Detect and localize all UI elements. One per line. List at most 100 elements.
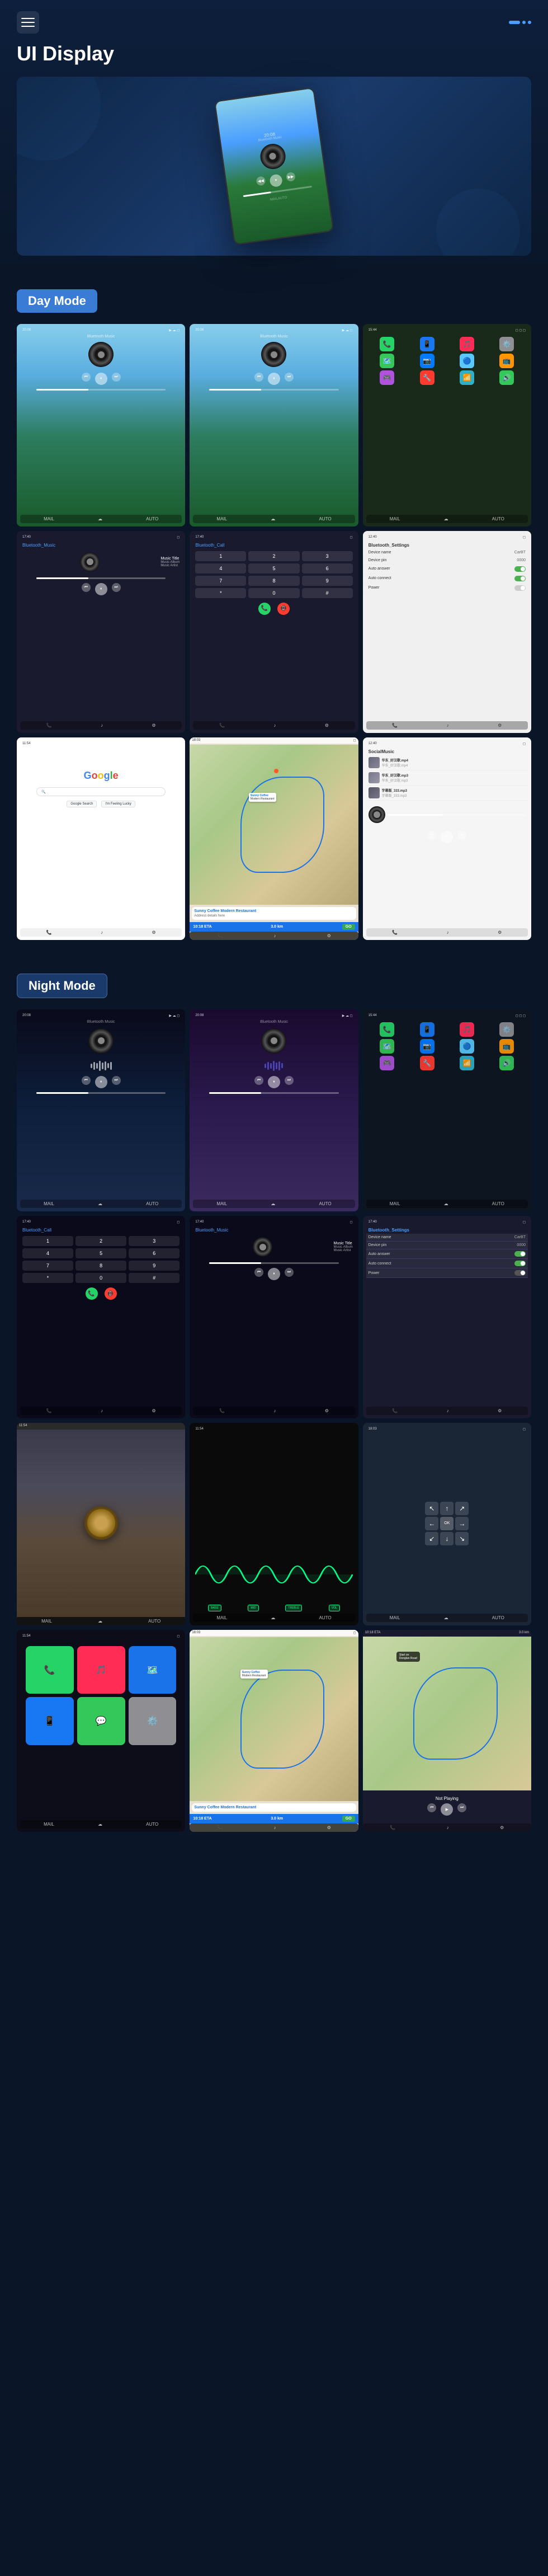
dial-key-star[interactable]: *: [195, 588, 246, 598]
app-music[interactable]: 🎵: [460, 337, 474, 351]
night-screen-food: 11:54 MAIL ☁ AUTO: [17, 1423, 185, 1625]
cp-music[interactable]: 🎵: [77, 1646, 125, 1694]
app-media[interactable]: 📺: [499, 354, 514, 368]
arrow-tr[interactable]: ↗: [455, 1502, 469, 1515]
cp-settings[interactable]: ⚙️: [129, 1697, 177, 1745]
map-place-sub: Modern Restaurant: [251, 797, 275, 801]
social-item-1[interactable]: 华东_好汉歌.mp4 华东_好汉歌.mp4: [366, 755, 528, 770]
eq-btn-2[interactable]: MID: [248, 1605, 258, 1611]
arrow-tl[interactable]: ↖: [425, 1502, 438, 1515]
night-app-10[interactable]: 🔧: [420, 1056, 434, 1070]
app-camera[interactable]: 📷: [420, 354, 434, 368]
settings-row-power: Power: [366, 584, 528, 593]
night-dial-7[interactable]: 7: [22, 1261, 73, 1271]
night-call-end[interactable]: 📵: [105, 1287, 117, 1300]
search-bar[interactable]: 🔍: [36, 787, 166, 796]
eq-btn-1[interactable]: BASS: [208, 1605, 221, 1611]
arrow-bl[interactable]: ↙: [425, 1532, 438, 1545]
night-screen-apps: 15:44◻ ◻ ◻ 📞 📱 🎵 ⚙️ 🗺️ 📷 🔵 📺 🎮 🔧 📶: [363, 1009, 531, 1212]
cp-phone[interactable]: 📞: [26, 1646, 74, 1694]
night-app-12[interactable]: 🔊: [499, 1056, 514, 1070]
dial-key-6[interactable]: 6: [302, 563, 353, 574]
night-settings-header: Bluetooth_Settings: [366, 1226, 528, 1234]
night-dial-9[interactable]: 9: [129, 1261, 179, 1271]
cp-podcast[interactable]: 💬: [77, 1697, 125, 1745]
app-extra3[interactable]: 📶: [460, 370, 474, 385]
bt-music-header: Bluetooth_Music: [20, 542, 182, 549]
social-item-2[interactable]: 华东_好汉歌.mp3 华东_好汉歌.mp3: [366, 770, 528, 786]
night-dial-3[interactable]: 3: [129, 1236, 179, 1246]
app-whatsapp[interactable]: 📞: [380, 337, 394, 351]
cp-maps[interactable]: 🗺️: [129, 1646, 177, 1694]
night-app-1[interactable]: 📞: [380, 1022, 394, 1037]
night-call-accept[interactable]: 📞: [86, 1287, 98, 1300]
dial-key-2[interactable]: 2: [248, 551, 299, 561]
menu-icon[interactable]: [17, 11, 39, 34]
night-screen-music-2: 20:08▶ ☁ ◻ Bluetooth Music ⏮: [190, 1009, 358, 1212]
social-track-3-sub: 字幕版_333.mp3: [382, 793, 407, 798]
night-map-info: Sunny Coffee Modern Restaurant: [192, 1803, 356, 1812]
night-app-2[interactable]: 📱: [420, 1022, 434, 1037]
google-search-btn[interactable]: Google Search: [67, 801, 97, 807]
dial-key-3[interactable]: 3: [302, 551, 353, 561]
night-app-7[interactable]: 🔵: [460, 1039, 474, 1054]
night-dial-hash[interactable]: #: [129, 1273, 179, 1283]
night-bt-music-header: Bluetooth_Music: [193, 1226, 355, 1234]
arrow-br[interactable]: ↘: [455, 1532, 469, 1545]
page-title: UI Display: [17, 42, 531, 65]
app-extra4[interactable]: 🔊: [499, 370, 514, 385]
dial-key-4[interactable]: 4: [195, 563, 246, 574]
arrow-left[interactable]: ←: [425, 1517, 438, 1530]
dial-key-5[interactable]: 5: [248, 563, 299, 574]
dial-key-7[interactable]: 7: [195, 576, 246, 586]
night-dial-8[interactable]: 8: [75, 1261, 126, 1271]
app-bt[interactable]: 🔵: [460, 354, 474, 368]
app-extra2[interactable]: 🔧: [420, 370, 434, 385]
arrow-ok[interactable]: OK: [440, 1517, 453, 1530]
go-button[interactable]: GO: [342, 924, 355, 930]
night-dial-6[interactable]: 6: [129, 1248, 179, 1258]
night-app-5[interactable]: 🗺️: [380, 1039, 394, 1054]
night-screen-waveform: 11:54 BASS MID TREBLE VOL: [190, 1423, 358, 1625]
night-dial-4[interactable]: 4: [22, 1248, 73, 1258]
day-screen-settings: 12:40◻ Bluetooth_Settings Device nameCar…: [363, 531, 531, 734]
social-item-3[interactable]: 字幕版_333.mp3 字幕版_333.mp3: [366, 786, 528, 801]
night-app-3[interactable]: 🎵: [460, 1022, 474, 1037]
call-accept[interactable]: 📞: [258, 603, 271, 615]
arrow-up[interactable]: ↑: [440, 1502, 453, 1515]
night-app-8[interactable]: 📺: [499, 1039, 514, 1054]
night-dial-5[interactable]: 5: [75, 1248, 126, 1258]
eq-btn-3[interactable]: TREBLE: [285, 1605, 301, 1611]
night-app-11[interactable]: 📶: [460, 1056, 474, 1070]
night-dial-0[interactable]: 0: [75, 1273, 126, 1283]
arrow-right[interactable]: →: [455, 1517, 469, 1530]
night-dial-1[interactable]: 1: [22, 1236, 73, 1246]
google-lucky-btn[interactable]: I'm Feeling Lucky: [101, 801, 135, 807]
eq-btn-4[interactable]: VOL: [329, 1605, 340, 1611]
hero-device: 20:08 Bluetooth Music ◀◀ ⏸ ▶▶ MAIL AUTO: [214, 87, 334, 246]
arrow-down[interactable]: ↓: [440, 1532, 453, 1545]
night-dial-star[interactable]: *: [22, 1273, 73, 1283]
night-app-6[interactable]: 📷: [420, 1039, 434, 1054]
dial-key-0[interactable]: 0: [248, 588, 299, 598]
dial-key-8[interactable]: 8: [248, 576, 299, 586]
not-playing-card: Not Playing ⏮ ▶ ⏭: [365, 1793, 529, 1821]
app-maps[interactable]: 🗺️: [380, 354, 394, 368]
dial-key-1[interactable]: 1: [195, 551, 246, 561]
call-end[interactable]: 📵: [277, 603, 290, 615]
app-extra1[interactable]: 🎮: [380, 370, 394, 385]
dial-key-hash[interactable]: #: [302, 588, 353, 598]
night-go-button[interactable]: GO: [342, 1816, 355, 1822]
hero-section: 20:08 Bluetooth Music ◀◀ ⏸ ▶▶ MAIL AUTO: [17, 77, 531, 256]
nav-dots[interactable]: [509, 21, 531, 24]
dial-key-9[interactable]: 9: [302, 576, 353, 586]
night-app-4[interactable]: ⚙️: [499, 1022, 514, 1037]
app-phone[interactable]: 📱: [420, 337, 434, 351]
night-settings-row-power: Power: [366, 1268, 528, 1278]
day-screen-bt-call: 17:40◻ Bluetooth_Call 1 2 3 4 5 6 7 8 9 …: [190, 531, 358, 734]
app-settings[interactable]: ⚙️: [499, 337, 514, 351]
cp-messages[interactable]: 📱: [26, 1697, 74, 1745]
night-app-9[interactable]: 🎮: [380, 1056, 394, 1070]
night-dial-2[interactable]: 2: [75, 1236, 126, 1246]
night-settings-row-connect: Auto connect: [366, 1259, 528, 1268]
